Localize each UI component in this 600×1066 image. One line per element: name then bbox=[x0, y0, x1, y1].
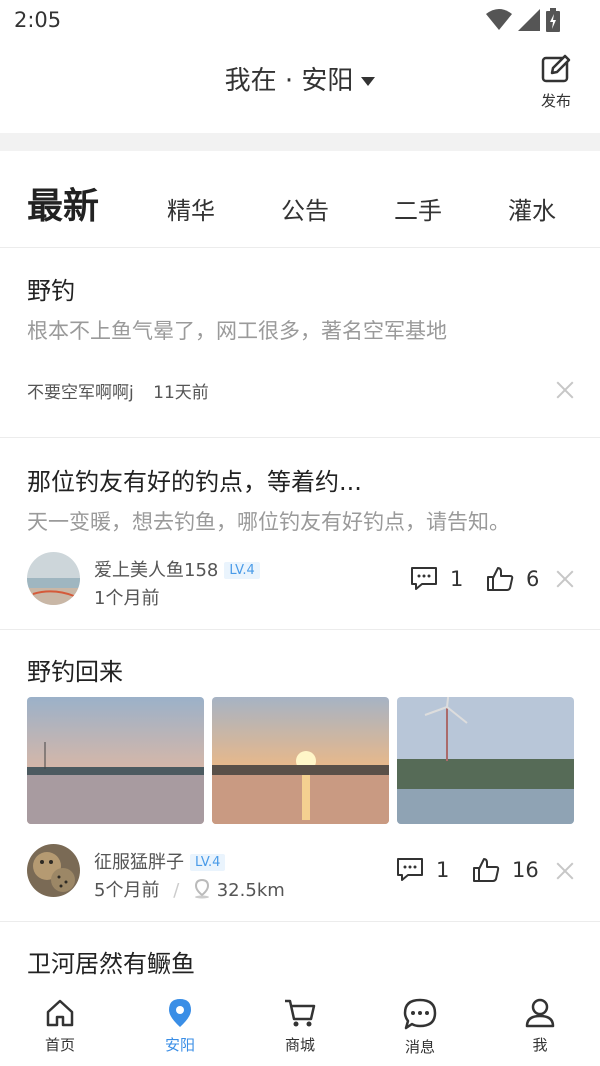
post-image[interactable] bbox=[27, 697, 204, 824]
post-item[interactable]: 那位钓友有好的钓点，等着约... 天一变暖，想去钓鱼，哪位钓友有好钓点，请告知。… bbox=[0, 438, 600, 630]
post-title: 野钓回来 bbox=[27, 658, 123, 686]
thumbs-up-icon bbox=[487, 567, 514, 591]
post-meta: 不要空军啊啊j 11天前 bbox=[27, 378, 209, 403]
nav-home-label: 首页 bbox=[44, 1036, 75, 1054]
nav-me-label: 我 bbox=[532, 1036, 548, 1054]
post-item[interactable]: 卫河居然有鳜鱼 bbox=[0, 922, 600, 986]
message-icon bbox=[403, 998, 437, 1030]
category-tabs: 最新 精华 公告 二手 灌水 bbox=[0, 151, 600, 248]
post-image[interactable] bbox=[397, 697, 574, 824]
tab-latest[interactable]: 最新 bbox=[27, 177, 99, 229]
tab-chat[interactable]: 灌水 bbox=[508, 191, 556, 226]
post-time: 1个月前 bbox=[94, 588, 160, 609]
thumbs-up-icon bbox=[473, 858, 500, 882]
post-title: 那位钓友有好的钓点，等着约... bbox=[27, 468, 362, 496]
meta-separator: / bbox=[173, 880, 180, 901]
like-count-value: 6 bbox=[526, 567, 540, 591]
nav-messages-label: 消息 bbox=[404, 1038, 435, 1056]
tab-secondhand[interactable]: 二手 bbox=[394, 191, 442, 226]
post-time: 11天前 bbox=[153, 383, 209, 403]
tab-announcements[interactable]: 公告 bbox=[281, 191, 329, 226]
comment-icon bbox=[397, 858, 423, 881]
header-divider bbox=[0, 133, 600, 151]
status-icons bbox=[486, 8, 560, 32]
wifi-icon bbox=[486, 9, 512, 30]
close-icon[interactable] bbox=[556, 381, 574, 399]
post-author-row: 爱上美人鱼158 LV.4 bbox=[94, 556, 260, 582]
nav-me[interactable]: 我 bbox=[500, 998, 580, 1055]
close-icon[interactable] bbox=[556, 862, 574, 880]
post-author[interactable]: 爱上美人鱼158 bbox=[94, 560, 218, 581]
post-author-row: 征服猛胖子 LV.4 bbox=[94, 848, 226, 874]
status-bar: 2:05 bbox=[0, 0, 600, 40]
battery-icon bbox=[546, 8, 560, 32]
comment-icon bbox=[411, 567, 437, 590]
caret-down-icon bbox=[361, 77, 376, 86]
edit-icon bbox=[541, 54, 571, 83]
nav-messages[interactable]: 消息 bbox=[380, 998, 460, 1057]
tab-featured[interactable]: 精华 bbox=[167, 191, 215, 226]
bottom-nav: 首页 安阳 商城 消息 我 bbox=[0, 986, 600, 1066]
post-excerpt: 根本不上鱼气晕了，网工很多，著名空军基地 bbox=[27, 319, 447, 343]
location-selector[interactable]: 我在 · 安阳 bbox=[0, 60, 600, 97]
location-pin-icon bbox=[194, 878, 210, 899]
post-time-distance: 5个月前 / 32.5km bbox=[94, 876, 285, 902]
post-excerpt: 天一变暖，想去钓鱼，哪位钓友有好钓点，请告知。 bbox=[27, 510, 510, 534]
nav-anyang-label: 安阳 bbox=[164, 1036, 195, 1054]
signal-icon bbox=[518, 9, 540, 31]
level-badge: LV.4 bbox=[190, 854, 226, 871]
like-count[interactable]: 6 bbox=[486, 566, 539, 592]
location-label: 我在 · 安阳 bbox=[224, 66, 354, 96]
post-distance: 32.5km bbox=[216, 880, 285, 901]
post-time: 5个月前 bbox=[94, 880, 160, 901]
post-item[interactable]: 野钓 根本不上鱼气晕了，网工很多，著名空军基地 不要空军啊啊j 11天前 bbox=[0, 249, 600, 438]
post-image[interactable] bbox=[212, 697, 389, 824]
post-title: 卫河居然有鳜鱼 bbox=[27, 950, 195, 978]
comment-count[interactable]: 1 bbox=[410, 566, 463, 591]
nav-home[interactable]: 首页 bbox=[20, 998, 100, 1055]
level-badge: LV.4 bbox=[224, 562, 260, 579]
post-title: 野钓 bbox=[27, 277, 75, 305]
comment-count[interactable]: 1 bbox=[396, 857, 449, 882]
publish-label: 发布 bbox=[540, 92, 571, 110]
home-icon bbox=[46, 999, 74, 1027]
avatar[interactable] bbox=[27, 552, 80, 605]
post-author[interactable]: 征服猛胖子 bbox=[94, 852, 184, 873]
nav-anyang[interactable]: 安阳 bbox=[140, 998, 220, 1055]
comment-count-value: 1 bbox=[450, 566, 464, 591]
comment-count-value: 1 bbox=[436, 857, 450, 882]
post-author: 不要空军啊啊j bbox=[27, 383, 134, 403]
avatar[interactable] bbox=[27, 844, 80, 897]
like-count-value: 16 bbox=[512, 858, 539, 882]
header: 我在 · 安阳 发布 bbox=[0, 40, 600, 130]
status-time: 2:05 bbox=[14, 8, 62, 32]
like-count[interactable]: 16 bbox=[472, 857, 539, 883]
publish-button[interactable]: 发布 bbox=[538, 54, 574, 111]
user-icon bbox=[525, 998, 555, 1028]
nav-mall[interactable]: 商城 bbox=[260, 998, 340, 1055]
cart-icon bbox=[285, 999, 316, 1027]
close-icon[interactable] bbox=[556, 570, 574, 588]
location-pin-icon bbox=[169, 999, 191, 1027]
nav-mall-label: 商城 bbox=[284, 1036, 315, 1054]
